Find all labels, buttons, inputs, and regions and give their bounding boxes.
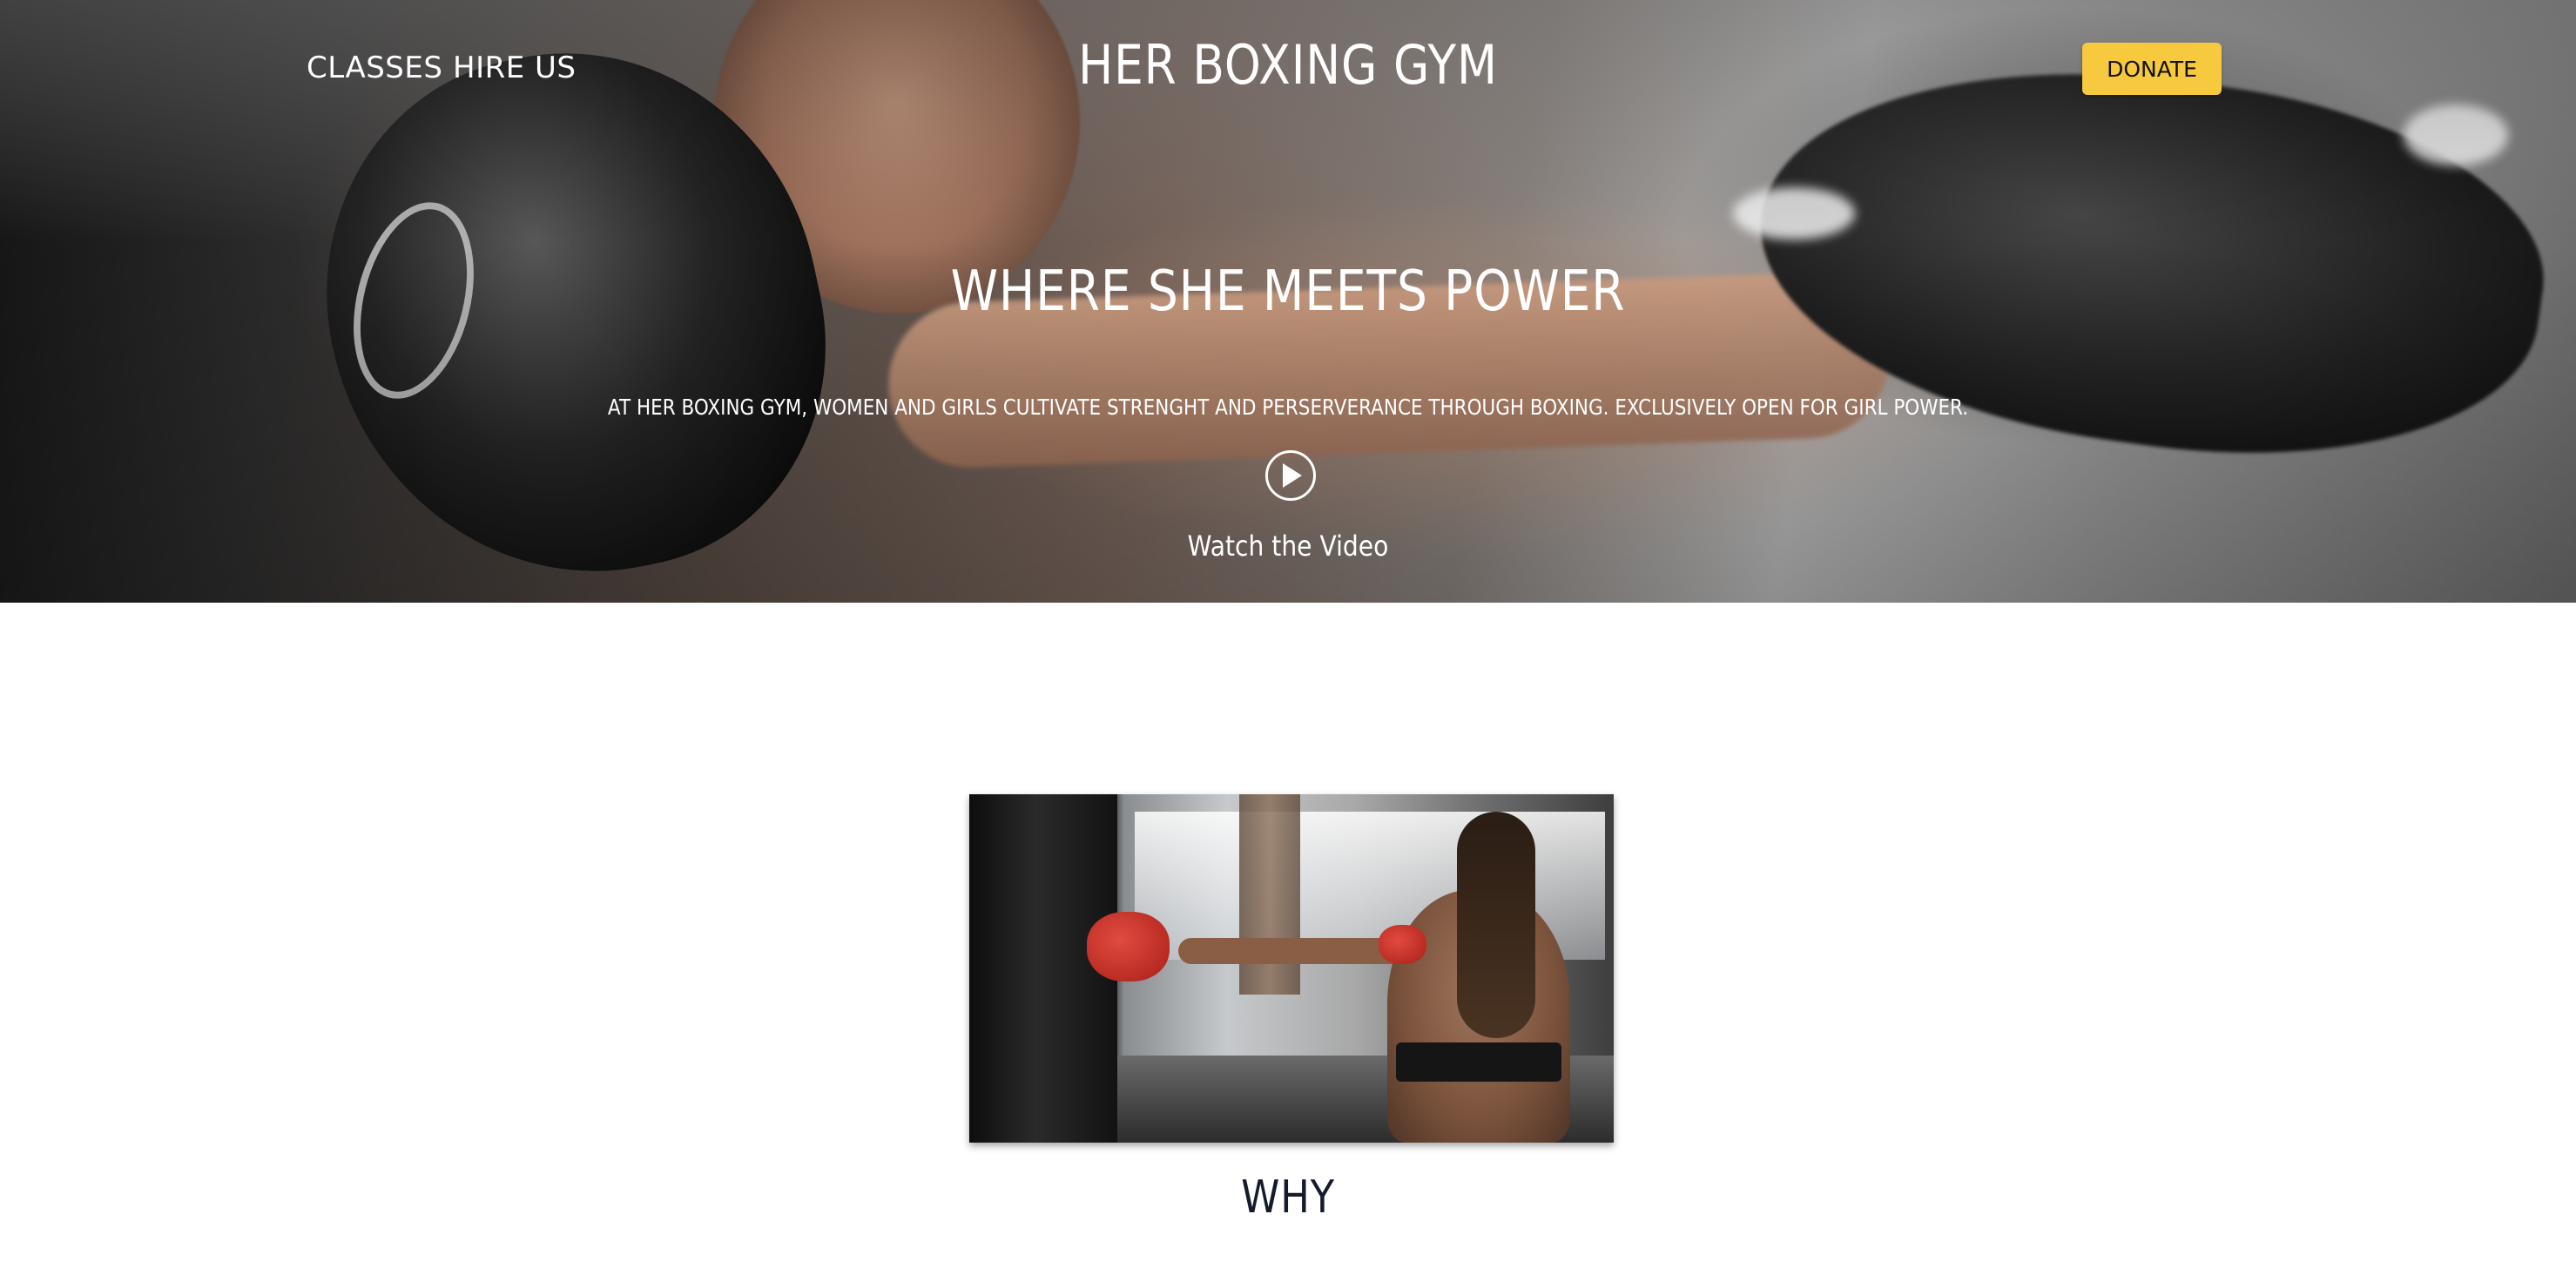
hero-banner: CLASSES HIRE US HER BOXING GYM DONATE WH… <box>0 0 2576 603</box>
image-punching-bag-background <box>1239 794 1300 995</box>
image-boxer-hair <box>1457 812 1535 1038</box>
site-logo-title[interactable]: HER BOXING GYM <box>180 33 2396 97</box>
image-red-glove <box>1087 912 1170 982</box>
play-circle-icon <box>1283 463 1302 488</box>
watch-video-link[interactable]: Watch the Video <box>154 530 2421 563</box>
image-red-glove <box>1379 925 1426 964</box>
image-boxer-top <box>1396 1042 1561 1082</box>
play-video-button[interactable] <box>1265 450 1316 501</box>
boxer-training-image <box>969 794 1614 1143</box>
donate-button[interactable]: DONATE <box>2082 43 2222 95</box>
hero-subtitle: AT HER BOXING GYM, WOMEN AND GIRLS CULTI… <box>607 395 1969 420</box>
section-title-why: WHY <box>1241 1171 1335 1224</box>
hero-title: WHERE SHE MEETS POWER <box>950 260 1626 324</box>
